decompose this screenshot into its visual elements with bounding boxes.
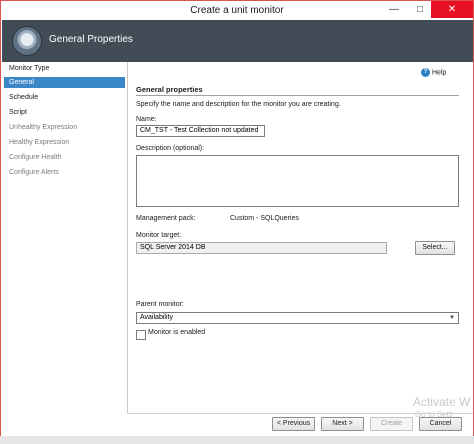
close-button[interactable]: ✕ [431, 1, 473, 18]
create-button: Create [370, 417, 413, 431]
wizard-steps-sidebar: Monitor Type General Schedule Script Unh… [2, 62, 128, 414]
previous-button[interactable]: < Previous [272, 417, 315, 431]
management-pack-value: Custom - SQLQueries [230, 215, 299, 222]
name-label: Name: [136, 116, 157, 123]
chevron-down-icon: ▼ [449, 315, 455, 321]
monitor-target-field: SQL Server 2014 DB [136, 242, 387, 254]
wizard-window: Create a unit monitor — □ ✕ General Prop… [0, 0, 474, 444]
monitor-enabled-checkbox[interactable] [136, 330, 146, 340]
activation-watermark: Activate W [413, 395, 471, 409]
help-icon: ? [421, 68, 430, 77]
name-input[interactable]: CM_TST - Test Collection not updated [136, 125, 265, 137]
sidebar-item-script[interactable]: Script [4, 107, 125, 118]
section-description: Specify the name and description for the… [136, 101, 341, 108]
maximize-button[interactable]: □ [407, 1, 433, 18]
page-title: General Properties [49, 34, 133, 45]
description-textarea[interactable] [136, 155, 459, 207]
title-bar: Create a unit monitor — □ ✕ [1, 1, 473, 20]
help-label: Help [432, 69, 447, 77]
sidebar-item-configure-health: Configure Health [9, 154, 62, 161]
sidebar-item-schedule[interactable]: Schedule [4, 92, 125, 103]
select-target-button[interactable]: Select... [415, 241, 455, 255]
footer-divider [127, 413, 473, 414]
help-link[interactable]: ? Help [421, 68, 446, 77]
description-label: Description (optional): [136, 145, 205, 152]
sidebar-item-configure-alerts: Configure Alerts [9, 169, 59, 176]
parent-monitor-value: Availability [140, 314, 173, 321]
sidebar-item-monitor-type[interactable]: Monitor Type [4, 63, 125, 74]
minimize-button[interactable]: — [381, 1, 407, 18]
taskbar [0, 436, 474, 444]
section-divider [136, 95, 459, 96]
next-button[interactable]: Next > [321, 417, 364, 431]
sidebar-item-unhealthy-expression: Unhealthy Expression [9, 124, 78, 131]
page-header: General Properties [2, 20, 473, 62]
section-title: General properties [136, 85, 203, 94]
parent-monitor-label: Parent monitor: [136, 301, 184, 308]
monitor-target-label: Monitor target: [136, 232, 182, 239]
management-pack-label: Management pack: [136, 215, 196, 222]
wizard-gear-icon [12, 26, 42, 56]
monitor-enabled-label: Monitor is enabled [148, 329, 206, 336]
parent-monitor-select[interactable]: Availability ▼ [136, 312, 459, 324]
sidebar-item-healthy-expression: Healthy Expression [9, 139, 70, 146]
sidebar-item-general[interactable]: General [4, 77, 125, 88]
cancel-button[interactable]: Cancel [419, 417, 462, 431]
